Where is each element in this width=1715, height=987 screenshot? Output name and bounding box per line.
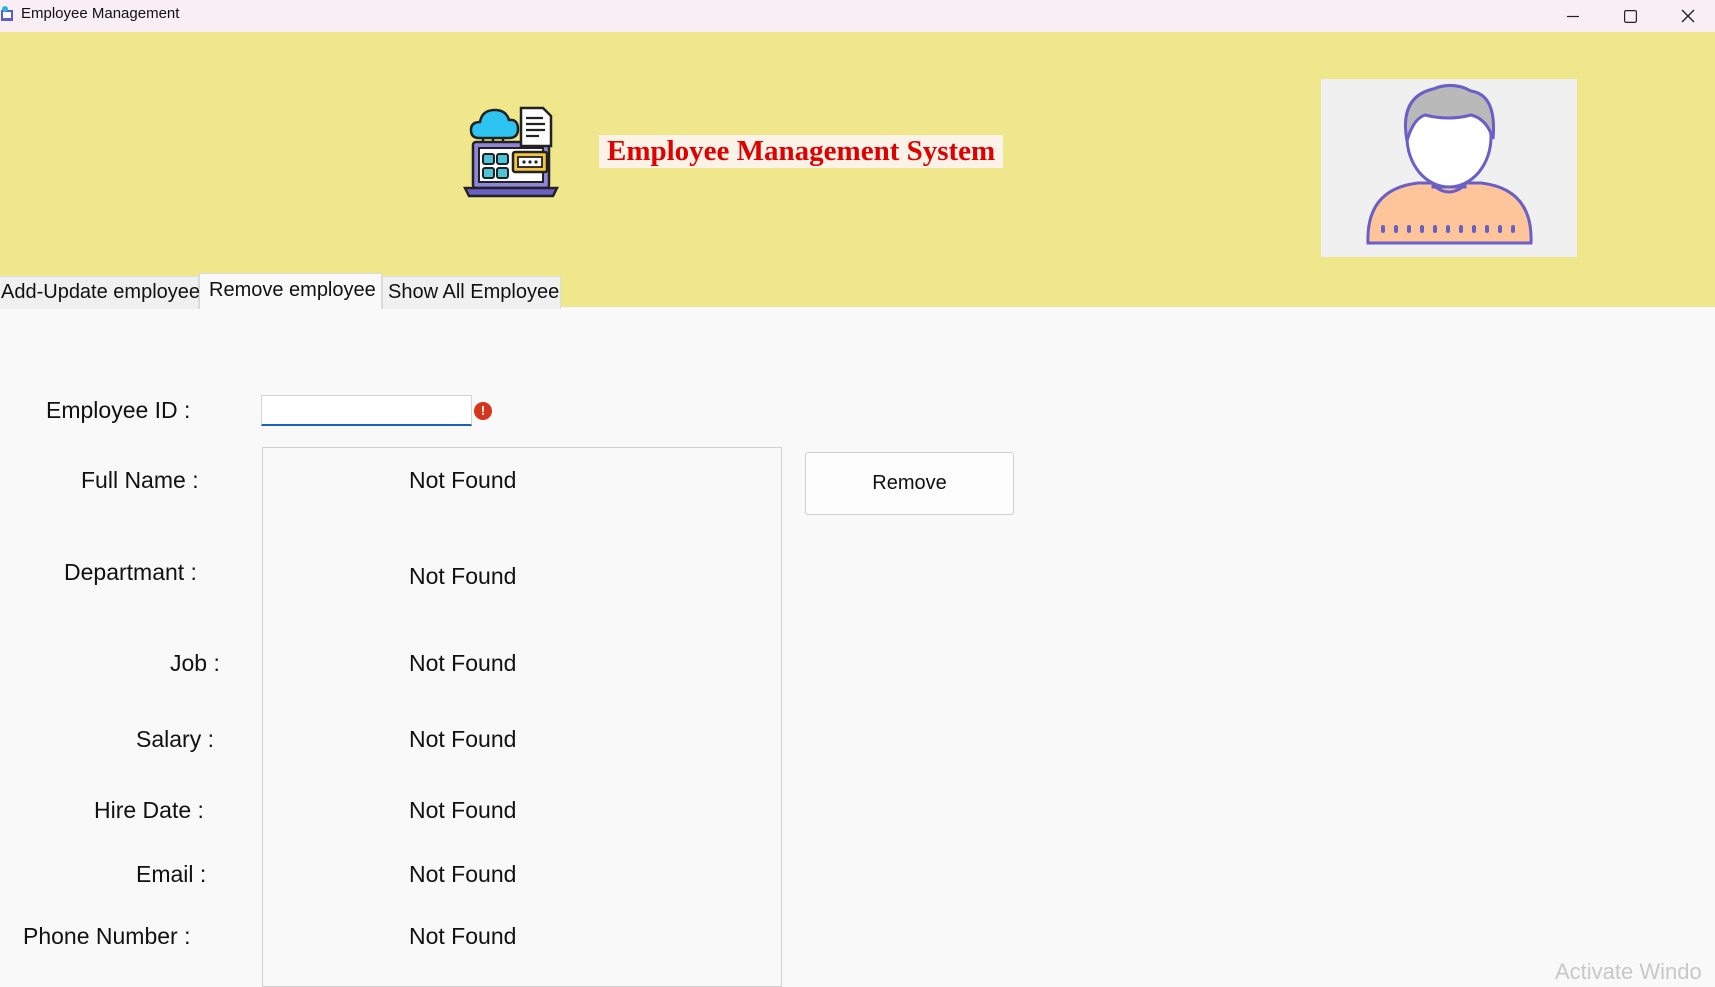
full-name-label: Full Name : <box>81 467 199 493</box>
job-value: Not Found <box>409 650 517 676</box>
activate-windows-watermark: Activate Windo <box>1555 959 1702 984</box>
department-label: Departmant : <box>64 559 197 585</box>
job-label: Job : <box>170 650 220 676</box>
employee-id-input[interactable] <box>261 395 472 426</box>
employee-details-panel <box>262 447 782 987</box>
minimize-icon <box>1567 15 1579 18</box>
employee-system-logo-icon <box>463 106 559 198</box>
department-value: Not Found <box>409 563 517 589</box>
full-name-value: Not Found <box>409 467 517 493</box>
window-title: Employee Management <box>21 5 180 22</box>
close-icon <box>1681 9 1695 23</box>
remove-button[interactable]: Remove <box>805 452 1014 515</box>
email-value: Not Found <box>409 861 517 887</box>
minimize-button[interactable] <box>1544 0 1602 32</box>
window-titlebar: Employee Management <box>0 0 1715 32</box>
app-icon <box>1 6 13 21</box>
employee-id-label: Employee ID : <box>46 397 191 423</box>
user-avatar-icon <box>1366 84 1533 245</box>
close-button[interactable] <box>1659 0 1715 32</box>
salary-label: Salary : <box>136 726 214 752</box>
tab-add-update-employee[interactable]: Add-Update employee <box>0 276 200 309</box>
tab-show-all-employee[interactable]: Show All Employee <box>382 276 561 309</box>
salary-value: Not Found <box>409 726 517 752</box>
header-banner: Employee Management System <box>0 32 1715 307</box>
hire-date-label: Hire Date : <box>94 797 204 823</box>
email-label: Email : <box>136 861 207 887</box>
avatar <box>1321 79 1577 257</box>
maximize-icon <box>1623 9 1637 23</box>
hire-date-value: Not Found <box>409 797 517 823</box>
system-title: Employee Management System <box>599 135 1004 168</box>
phone-number-label: Phone Number : <box>23 923 191 949</box>
error-icon: ! <box>474 402 492 420</box>
phone-number-value: Not Found <box>409 923 517 949</box>
tab-remove-employee[interactable]: Remove employee <box>199 273 382 309</box>
maximize-button[interactable] <box>1601 0 1659 32</box>
